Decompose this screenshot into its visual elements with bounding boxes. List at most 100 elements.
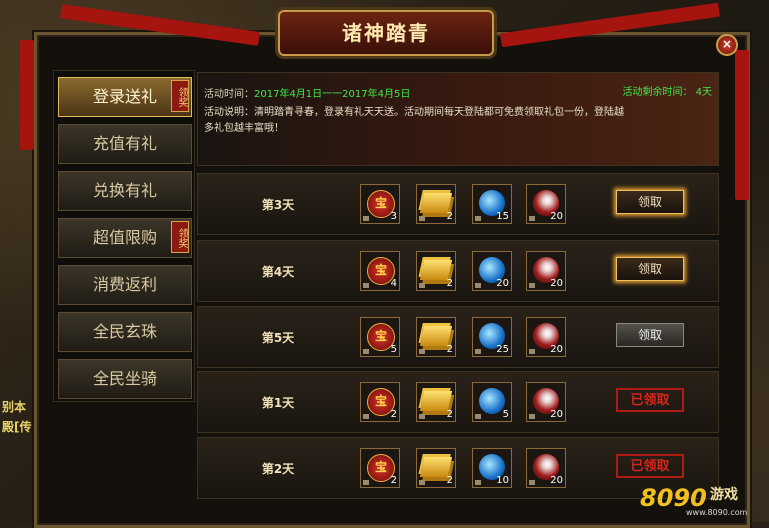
- logo-text: 游戏: [710, 487, 738, 503]
- day-label: 第5天: [261, 331, 295, 345]
- reward-item-seal[interactable]: 宝2: [360, 382, 400, 422]
- reward-item-red-orb[interactable]: 20: [526, 251, 566, 291]
- event-time: 活动时间：2017年4月1日一一2017年4月5日: [204, 85, 410, 100]
- reward-item-red-orb[interactable]: 20: [526, 382, 566, 422]
- reward-row: 第4天 宝4 2 20 20 领取: [197, 240, 719, 302]
- tab-label: 兑换有礼: [92, 181, 157, 200]
- reward-item-red-orb[interactable]: 20: [526, 317, 566, 357]
- event-description: 活动说明：清明踏青寻春，登录有礼天天送。活动期间每天登陆都可免费领取礼包一份，登…: [204, 107, 624, 134]
- tab-exchange-gift[interactable]: 兑换有礼: [58, 171, 192, 211]
- reward-item-blue-orb[interactable]: 20: [472, 251, 512, 291]
- lock-icon: [419, 480, 425, 485]
- gold-bar-icon: [419, 457, 453, 477]
- sidebar: 登录送礼 领奖 充值有礼 兑换有礼 超值限购 领奖 消费返利 全民玄珠 全民坐骑: [53, 70, 195, 402]
- reward-item-gold[interactable]: 2: [416, 448, 456, 488]
- lock-icon: [475, 216, 481, 221]
- reward-item-red-orb[interactable]: 20: [526, 184, 566, 224]
- item-count: 20: [550, 344, 563, 355]
- gold-bar-icon: [419, 193, 453, 213]
- event-time-value: 2017年4月1日一一2017年4月5日: [254, 89, 411, 100]
- reward-badge: 领奖: [171, 221, 189, 253]
- reward-badge: 领奖: [171, 80, 189, 112]
- tab-limited-purchase[interactable]: 超值限购 领奖: [58, 218, 192, 258]
- item-count: 20: [496, 278, 509, 289]
- reward-row: 第5天 宝5 2 25 20 领取: [197, 306, 719, 368]
- lock-icon: [529, 283, 535, 288]
- gold-bar-icon: [419, 391, 453, 411]
- tab-mount[interactable]: 全民坐骑: [58, 359, 192, 399]
- item-count: 10: [496, 475, 509, 486]
- reward-item-gold[interactable]: 2: [416, 184, 456, 224]
- reward-item-seal[interactable]: 宝2: [360, 448, 400, 488]
- reward-row: 第3天 宝3 2 15 20 领取: [197, 173, 719, 235]
- tab-label: 充值有礼: [92, 134, 157, 153]
- reward-item-seal[interactable]: 宝3: [360, 184, 400, 224]
- item-count: 5: [390, 344, 397, 355]
- claim-button[interactable]: 领取: [616, 190, 684, 214]
- item-count: 2: [390, 475, 397, 486]
- item-count: 20: [550, 409, 563, 420]
- lock-icon: [529, 349, 535, 354]
- day-label: 第4天: [261, 265, 295, 279]
- tab-spend-rebate[interactable]: 消费返利: [58, 265, 192, 305]
- reward-item-red-orb[interactable]: 20: [526, 448, 566, 488]
- lock-icon: [475, 349, 481, 354]
- tab-label: 全民玄珠: [92, 322, 157, 341]
- tab-pearl[interactable]: 全民玄珠: [58, 312, 192, 352]
- reward-item-gold[interactable]: 2: [416, 251, 456, 291]
- lock-icon: [419, 216, 425, 221]
- lock-icon: [363, 349, 369, 354]
- reward-item-blue-orb[interactable]: 15: [472, 184, 512, 224]
- tab-recharge-gift[interactable]: 充值有礼: [58, 124, 192, 164]
- gold-bar-icon: [419, 326, 453, 346]
- reward-item-blue-orb[interactable]: 10: [472, 448, 512, 488]
- reward-row: 第1天 宝2 2 5 20 已领取: [197, 371, 719, 433]
- reward-item-blue-orb[interactable]: 5: [472, 382, 512, 422]
- gold-bar-icon: [419, 260, 453, 280]
- site-logo: 8090 游戏 www.8090.com: [640, 478, 766, 518]
- lock-icon: [529, 216, 535, 221]
- reward-item-blue-orb[interactable]: 25: [472, 317, 512, 357]
- ribbon-right-drape: [735, 50, 749, 200]
- item-count: 2: [446, 278, 453, 289]
- lock-icon: [419, 349, 425, 354]
- claim-button[interactable]: 领取: [616, 257, 684, 281]
- item-count: 3: [390, 211, 397, 222]
- lock-icon: [363, 414, 369, 419]
- day-label: 第2天: [261, 462, 295, 476]
- reward-item-seal[interactable]: 宝5: [360, 317, 400, 357]
- lock-icon: [363, 216, 369, 221]
- reward-item-gold[interactable]: 2: [416, 317, 456, 357]
- item-count: 4: [390, 278, 397, 289]
- event-info-banner: 活动时间：2017年4月1日一一2017年4月5日 活动剩余时间： 4天 活动说…: [197, 72, 719, 166]
- item-count: 2: [446, 344, 453, 355]
- lock-icon: [419, 283, 425, 288]
- lock-icon: [475, 283, 481, 288]
- reward-item-gold[interactable]: 2: [416, 382, 456, 422]
- reward-item-seal[interactable]: 宝4: [360, 251, 400, 291]
- item-count: 2: [390, 409, 397, 420]
- item-count: 5: [502, 409, 509, 420]
- close-button[interactable]: ×: [716, 34, 738, 56]
- claimed-stamp: 已领取: [616, 388, 684, 412]
- tab-login-gift[interactable]: 登录送礼 领奖: [58, 77, 192, 117]
- ribbon-left-drape: [20, 40, 34, 150]
- item-count: 20: [550, 475, 563, 486]
- claim-button-disabled[interactable]: 领取: [616, 323, 684, 347]
- lock-icon: [529, 414, 535, 419]
- background-text-2: 殿[传: [2, 420, 32, 434]
- lock-icon: [475, 480, 481, 485]
- lock-icon: [363, 283, 369, 288]
- item-count: 25: [496, 344, 509, 355]
- background-text-1: 别本: [2, 400, 27, 414]
- item-count: 20: [550, 278, 563, 289]
- item-count: 2: [446, 409, 453, 420]
- tab-label: 消费返利: [92, 275, 157, 294]
- day-label: 第3天: [261, 198, 295, 212]
- item-count: 2: [446, 475, 453, 486]
- claimed-stamp: 已领取: [616, 454, 684, 478]
- item-count: 20: [550, 211, 563, 222]
- lock-icon: [475, 414, 481, 419]
- day-label: 第1天: [261, 396, 295, 410]
- remaining-time: 活动剩余时间： 4天: [622, 87, 712, 98]
